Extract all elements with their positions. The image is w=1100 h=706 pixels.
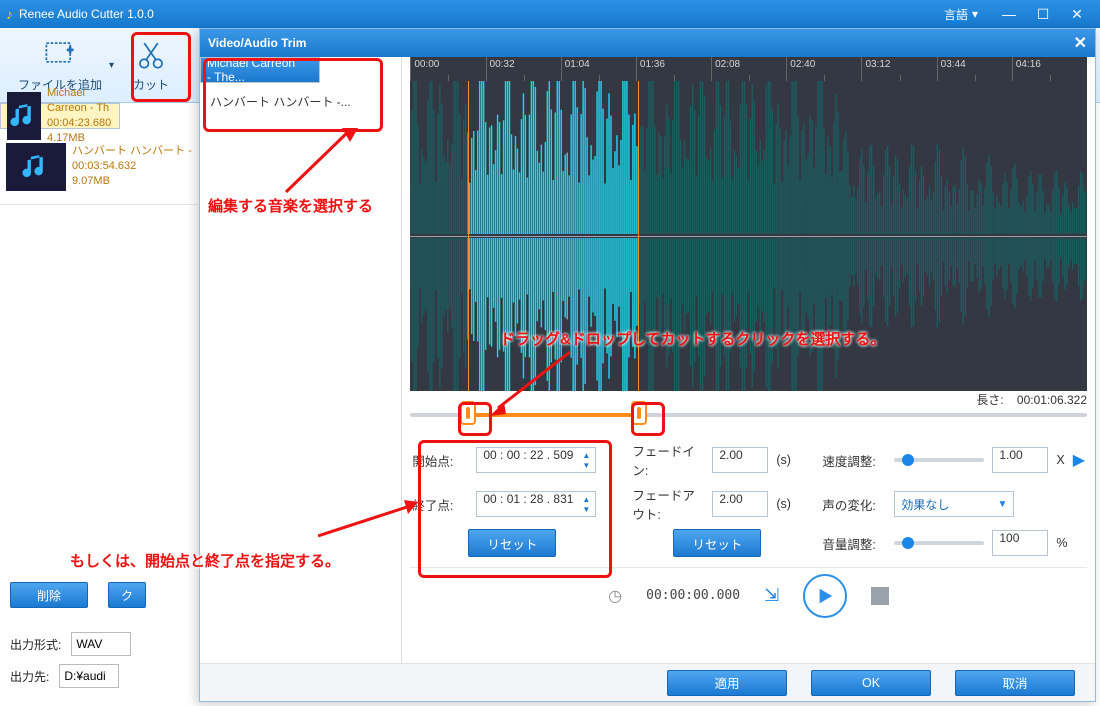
speed-unit: X: [1056, 453, 1064, 467]
delete-button[interactable]: 削除: [10, 582, 88, 608]
playback-bar: ◷ 00:00:00.000 ⇲: [410, 567, 1087, 623]
cut-label: カット: [133, 76, 169, 93]
output-dir-label: 出力先:: [10, 668, 49, 685]
ruler-tick: 02:40: [786, 57, 861, 81]
file-thumb-icon: [7, 92, 41, 140]
chevron-down-icon: ▼: [997, 499, 1007, 510]
apply-button[interactable]: 適用: [667, 670, 787, 696]
file-name: Michael Carreon - Th: [47, 86, 111, 116]
reset-time-button[interactable]: リセット: [468, 529, 556, 557]
volume-value-input[interactable]: 100: [992, 530, 1048, 556]
ruler-tick: 02:08: [711, 57, 786, 81]
range-slider[interactable]: 長さ: 00:01:06.322: [410, 391, 1087, 435]
dialog-close-button[interactable]: ✕: [1074, 33, 1087, 53]
speed-value-input[interactable]: 1.00: [992, 447, 1048, 473]
app-title: Renee Audio Cutter 1.0.0: [19, 7, 944, 21]
ok-button[interactable]: OK: [811, 670, 931, 696]
range-handle-start[interactable]: [460, 401, 476, 425]
spin-up-icon[interactable]: ▲: [579, 494, 593, 504]
close-button[interactable]: ✕: [1060, 6, 1094, 23]
length-label: 長さ:: [976, 393, 1003, 407]
spin-down-icon[interactable]: ▼: [579, 460, 593, 470]
waveform[interactable]: [410, 81, 1087, 391]
chevron-down-icon: ▾: [972, 7, 978, 21]
fadein-label: フェードイン:: [632, 441, 704, 479]
trim-dialog: Video/Audio Trim ✕ Michael Carreon - The…: [199, 28, 1096, 702]
cut-button[interactable]: カット: [120, 28, 182, 102]
voice-label: 声の変化:: [822, 495, 886, 514]
maximize-button[interactable]: ☐: [1026, 6, 1060, 23]
ruler-tick: 00:32: [486, 57, 561, 81]
time-ruler: 00:0000:3201:0401:3602:0802:4003:1203:44…: [410, 57, 1087, 81]
language-menu[interactable]: 言語 ▾: [944, 6, 978, 23]
fade-unit: (s): [776, 453, 791, 467]
file-size: 4.17MB: [47, 131, 111, 146]
mark-in-icon[interactable]: ⇲: [764, 585, 779, 606]
ruler-tick: 03:44: [937, 57, 1012, 81]
clear-button[interactable]: ク: [108, 582, 146, 608]
play-button[interactable]: [803, 574, 847, 618]
length-value: 00:01:06.322: [1017, 393, 1087, 407]
file-thumb-icon: [6, 143, 66, 191]
reset-fade-button[interactable]: リセット: [673, 529, 761, 557]
end-label: 終了点:: [412, 495, 468, 514]
spin-up-icon[interactable]: ▲: [579, 450, 593, 460]
ruler-tick: 00:00: [410, 57, 485, 81]
dialog-titlebar: Video/Audio Trim ✕: [200, 29, 1095, 57]
file-duration: 00:03:54.632: [72, 159, 192, 174]
app-logo-icon: ♪: [6, 6, 13, 22]
volume-unit: %: [1056, 536, 1067, 550]
main-titlebar: ♪ Renee Audio Cutter 1.0.0 言語 ▾ — ☐ ✕: [0, 0, 1100, 28]
speed-slider[interactable]: [894, 458, 984, 462]
ruler-tick: 01:04: [561, 57, 636, 81]
play-preview-icon[interactable]: ▶: [1073, 450, 1085, 470]
file-duration: 00:04:23.680: [47, 116, 111, 131]
dialog-title: Video/Audio Trim: [208, 36, 1074, 50]
stop-button[interactable]: [871, 587, 889, 605]
track-label: Michael Carreon - The...: [207, 56, 297, 84]
range-handle-end[interactable]: [631, 401, 647, 425]
ruler-tick: 04:16: [1012, 57, 1087, 81]
ruler-tick: 03:12: [861, 57, 936, 81]
track-list: Michael Carreon - The... ハンバート ハンバート -..…: [200, 57, 402, 663]
fadeout-label: フェードアウト:: [632, 485, 704, 523]
ruler-tick: 01:36: [636, 57, 711, 81]
track-label: ハンバート ハンバート -...: [210, 93, 351, 110]
end-time-input[interactable]: 00 : 01 : 28 . 831 ▲▼: [476, 491, 596, 517]
fade-unit: (s): [776, 497, 791, 511]
file-item[interactable]: Michael Carreon - Th 00:04:23.680 4.17MB: [0, 103, 120, 129]
chevron-down-icon: ▾: [109, 60, 114, 71]
volume-label: 音量調整:: [822, 534, 886, 553]
dialog-footer: 適用 OK 取消: [200, 663, 1095, 701]
output-format-label: 出力形式:: [10, 636, 61, 653]
fadeout-input[interactable]: 2.00: [712, 491, 768, 517]
start-label: 開始点:: [412, 451, 468, 470]
volume-slider[interactable]: [894, 541, 984, 545]
voice-select[interactable]: 効果なし ▼: [894, 491, 1014, 517]
language-label: 言語: [944, 6, 968, 23]
file-size: 9.07MB: [72, 174, 192, 189]
output-format-select[interactable]: [71, 632, 131, 656]
cancel-button[interactable]: 取消: [955, 670, 1075, 696]
spin-down-icon[interactable]: ▼: [579, 504, 593, 514]
track-item[interactable]: Michael Carreon - The...: [200, 57, 320, 83]
clock-icon: ◷: [608, 586, 622, 606]
minimize-button[interactable]: —: [992, 6, 1026, 22]
speed-label: 速度調整:: [822, 451, 886, 470]
file-list: Michael Carreon - Th 00:04:23.680 4.17MB…: [0, 103, 198, 706]
start-time-input[interactable]: 00 : 00 : 22 . 509 ▲▼: [476, 447, 596, 473]
track-item[interactable]: ハンバート ハンバート -...: [200, 83, 401, 119]
output-dir-input[interactable]: [59, 664, 119, 688]
fadein-input[interactable]: 2.00: [712, 447, 768, 473]
playback-timecode: 00:00:00.000: [646, 588, 740, 603]
